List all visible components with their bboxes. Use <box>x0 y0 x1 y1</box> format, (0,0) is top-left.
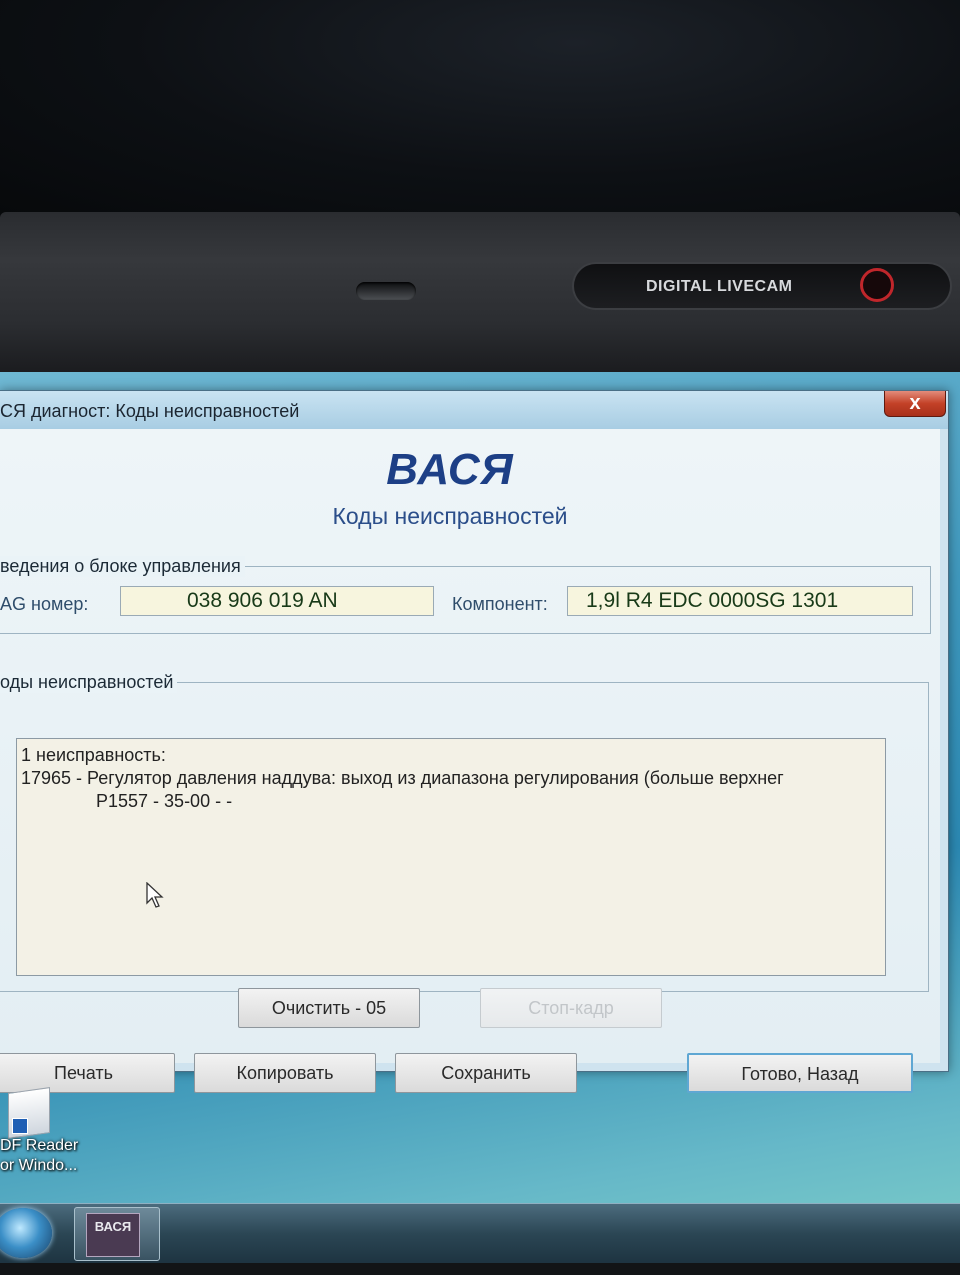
done-back-button[interactable]: Готово, Назад <box>687 1053 913 1093</box>
window-client-area: ВАСЯ Коды неисправностей ведения о блоке… <box>0 429 940 1093</box>
car-interior-background <box>0 0 960 215</box>
clear-codes-button[interactable]: Очистить - 05 <box>238 988 420 1028</box>
pdf-reader-shortcut-label[interactable]: DF Reader or Windo... <box>0 1136 78 1176</box>
vag-number-label: AG номер: <box>0 594 89 614</box>
vasya-app-icon: ВАСЯ <box>86 1213 140 1257</box>
fault-codes-group-label: оды неисправностей <box>0 672 178 693</box>
webcam-label: DIGITAL LIVECAM <box>646 278 793 295</box>
window-title: СЯ диагност: Коды неисправностей <box>0 401 300 421</box>
fault-code-obd: P1557 - 35-00 - - <box>96 791 233 811</box>
mouse-cursor-icon <box>146 882 164 908</box>
freeze-frame-button[interactable]: Стоп-кадр <box>480 988 662 1028</box>
fault-codes-list[interactable]: 1 неисправность: 17965 - Регулятор давле… <box>16 738 886 976</box>
control-unit-group-label: ведения о блоке управления <box>0 556 245 577</box>
vag-number-field[interactable]: 038 906 019 AN <box>120 586 434 616</box>
component-label: Компонент: <box>452 594 548 614</box>
laptop-bottom-edge <box>0 1263 960 1275</box>
fault-count: 1 неисправность: <box>21 745 166 765</box>
fault-codes-window: СЯ диагност: Коды неисправностей x ВАСЯ … <box>0 390 949 1093</box>
close-button[interactable]: x <box>884 391 946 417</box>
component-field[interactable]: 1,9l R4 EDC 0000SG 1301 <box>567 586 913 616</box>
shortcut-arrow-icon <box>12 1118 28 1134</box>
light-sensor <box>356 282 416 300</box>
page-subtitle: Коды неисправностей <box>332 503 568 529</box>
shortcut-label-line1: DF Reader <box>0 1137 79 1154</box>
app-brand-title: ВАСЯ <box>386 445 514 494</box>
copy-button[interactable]: Копировать <box>194 1053 376 1093</box>
webcam-lens-icon <box>860 268 894 302</box>
shortcut-label-line2: or Windo... <box>0 1157 78 1174</box>
window-titlebar[interactable]: СЯ диагност: Коды неисправностей x <box>0 391 948 429</box>
save-button[interactable]: Сохранить <box>395 1053 577 1093</box>
print-button[interactable]: Печать <box>0 1053 175 1093</box>
vasya-app-icon-text: ВАСЯ <box>94 1219 132 1234</box>
fault-code-description: 17965 - Регулятор давления наддува: выхо… <box>21 768 784 788</box>
